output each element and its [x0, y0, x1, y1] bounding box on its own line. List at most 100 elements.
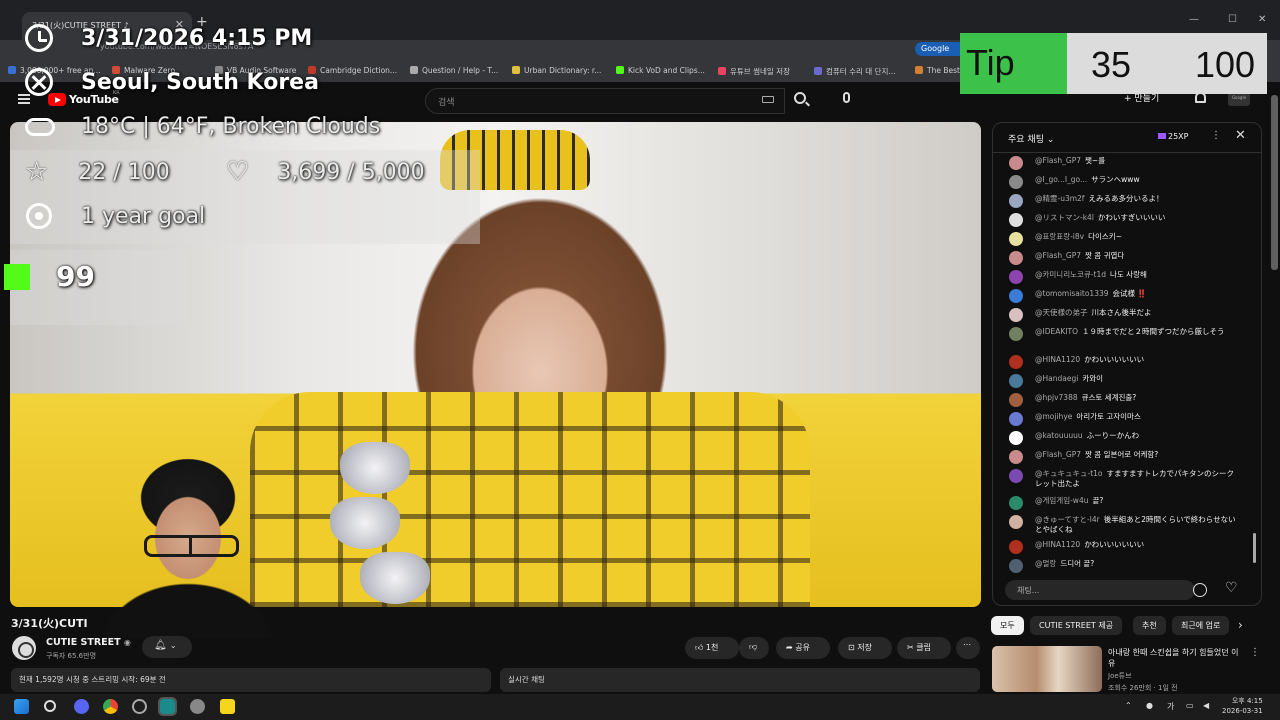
chat-avatar[interactable] — [1009, 559, 1023, 573]
chat-input[interactable]: 채팅... — [1005, 580, 1195, 600]
app-icon[interactable] — [190, 699, 205, 714]
chat-author[interactable]: @Handaegi — [1035, 374, 1078, 383]
live-chat-toggle[interactable]: 실시간 채팅 — [500, 668, 980, 692]
chat-author[interactable]: @Flash_GP7 — [1035, 156, 1081, 165]
chat-avatar[interactable] — [1009, 213, 1023, 227]
page-scrollbar[interactable] — [1271, 95, 1278, 270]
like-button[interactable]: 👍︎ 1천 — [685, 637, 739, 659]
search-icon[interactable] — [794, 92, 806, 104]
chip-recommended[interactable]: 추천 — [1133, 616, 1166, 635]
mic-tray-icon[interactable]: ● — [1146, 701, 1153, 710]
ime-indicator[interactable]: 가 — [1167, 701, 1174, 712]
chat-author[interactable]: @hpjv7388 — [1035, 393, 1078, 402]
chip-channel[interactable]: CUTIE STREET 제공 — [1030, 616, 1123, 635]
save-button[interactable]: ⊡ 저장 — [838, 637, 892, 659]
network-icon[interactable]: ▭ — [1186, 701, 1194, 710]
chrome-icon[interactable] — [103, 699, 118, 714]
chat-avatar[interactable] — [1009, 393, 1023, 407]
chat-author[interactable]: @Flash_GP7 — [1035, 251, 1081, 260]
app-icon[interactable] — [132, 699, 147, 714]
discord-icon[interactable] — [74, 699, 89, 714]
dislike-button[interactable]: 👎︎ — [739, 637, 769, 659]
chat-author[interactable]: @멀랑 — [1035, 559, 1056, 568]
chat-avatar[interactable] — [1009, 175, 1023, 189]
subscribe-bell-button[interactable]: 🔔︎ ⌄ — [142, 636, 192, 658]
chat-scrollbar[interactable] — [1253, 533, 1256, 563]
microphone-icon[interactable] — [843, 92, 850, 103]
channel-name[interactable]: CUTIE STREET ◉ — [46, 637, 131, 648]
bookmark[interactable]: 컴퓨터 수리 대 단지... — [814, 66, 896, 77]
share-button[interactable]: ➦ 공유 — [776, 637, 830, 659]
chat-author[interactable]: @게임게임-w4u — [1035, 496, 1088, 505]
chat-author[interactable]: @표랑표랑-i8v — [1035, 232, 1084, 241]
chat-avatar[interactable] — [1009, 515, 1023, 529]
chat-avatar[interactable] — [1009, 496, 1023, 510]
bookmark[interactable]: Kick VoD and Clips... — [616, 66, 705, 75]
more-actions-button[interactable]: ⋯ — [956, 637, 980, 659]
chat-author[interactable]: @キュキュキュ-t1o — [1035, 469, 1103, 478]
chat-avatar[interactable] — [1009, 540, 1023, 554]
volume-icon[interactable]: ◀ — [1203, 701, 1209, 710]
chat-author[interactable]: @精霊-u3m2f — [1035, 194, 1084, 203]
bookmark[interactable]: Cambridge Diction... — [308, 66, 397, 75]
chat-avatar[interactable] — [1009, 469, 1023, 483]
chat-avatar[interactable] — [1009, 450, 1023, 464]
chat-author[interactable]: @天使様の弟子 — [1035, 308, 1088, 317]
chat-author[interactable]: @リストマン-k4l — [1035, 213, 1094, 222]
chat-author[interactable]: @katouuuuu — [1035, 431, 1083, 440]
chat-avatar[interactable] — [1009, 156, 1023, 170]
maximize-icon[interactable]: ☐ — [1228, 14, 1237, 25]
chat-author[interactable]: @IDEAKITO — [1035, 327, 1078, 336]
active-app-icon[interactable] — [158, 697, 177, 716]
chat-avatar[interactable] — [1009, 431, 1023, 445]
chat-more-icon[interactable]: ⋮ — [1211, 130, 1221, 141]
window-close-icon[interactable]: ✕ — [1258, 14, 1266, 25]
keyboard-icon[interactable] — [762, 96, 774, 103]
search-input[interactable]: 검색 — [425, 88, 785, 114]
chat-author[interactable]: @きゅーてすと-l4r — [1035, 515, 1100, 524]
recommended-video-thumbnail[interactable] — [992, 646, 1102, 692]
chat-avatar[interactable] — [1009, 374, 1023, 388]
channel-avatar[interactable] — [12, 636, 36, 660]
chat-avatar[interactable] — [1009, 232, 1023, 246]
chat-avatar[interactable] — [1009, 194, 1023, 208]
recommended-video-channel[interactable]: Joe튜브 — [1108, 671, 1132, 681]
chat-avatar[interactable] — [1009, 327, 1023, 341]
chat-author[interactable]: @tomomisaito1339 — [1035, 289, 1109, 298]
tray-chevron-icon[interactable]: ⌃ — [1125, 701, 1132, 710]
chat-avatar[interactable] — [1009, 270, 1023, 284]
google-button[interactable]: Google — [915, 42, 965, 56]
bookmark[interactable]: 유튜브 썸네일 저장 — [718, 66, 790, 77]
search-icon[interactable] — [44, 700, 56, 712]
clip-button[interactable]: ✂ 클립 — [897, 637, 951, 659]
chat-author[interactable]: @HINA1120 — [1035, 355, 1080, 364]
minimize-icon[interactable]: — — [1189, 14, 1199, 25]
chat-avatar[interactable] — [1009, 355, 1023, 369]
taskbar-clock[interactable]: 오후 4:15 2026-03-31 — [1222, 696, 1263, 716]
bookmark[interactable]: Question / Help - T... — [410, 66, 498, 75]
chat-avatar[interactable] — [1009, 251, 1023, 265]
chip-all[interactable]: 모두 — [991, 616, 1024, 635]
chat-author[interactable]: @mojihye — [1035, 412, 1072, 421]
chat-mode-dropdown[interactable]: 주요 채팅 ⌄ — [1008, 132, 1054, 145]
kakaotalk-icon[interactable] — [220, 699, 235, 714]
chat-author[interactable]: @Flash_GP7 — [1035, 450, 1081, 459]
chat-avatar[interactable] — [1009, 412, 1023, 426]
emoji-icon[interactable] — [1193, 583, 1207, 597]
bookmark[interactable]: The Best — [915, 66, 960, 75]
chevron-right-icon[interactable]: › — [1238, 618, 1243, 632]
chat-author[interactable]: @카미니리노코큐-t1d — [1035, 270, 1106, 279]
description-box[interactable]: 현재 1,592명 시청 중 스트리밍 시작: 69분 전 — [11, 668, 491, 692]
bookmark[interactable]: Urban Dictionary: r... — [512, 66, 601, 75]
heart-icon[interactable]: ♡ — [1225, 580, 1238, 596]
windows-start-icon[interactable] — [14, 699, 29, 714]
recommended-video-title[interactable]: 아내랑 한때 스킨쉽을 하기 힘들었던 이유 — [1108, 647, 1243, 669]
chip-recent[interactable]: 최근에 업로 — [1172, 616, 1230, 635]
chat-avatar[interactable] — [1009, 289, 1023, 303]
chat-author[interactable]: @HINA1120 — [1035, 540, 1080, 549]
more-icon[interactable]: ⋮ — [1250, 647, 1260, 658]
xp-badge[interactable]: 25XP — [1158, 132, 1188, 141]
chat-author[interactable]: @I_go...I_go... — [1035, 175, 1087, 184]
chat-avatar[interactable] — [1009, 308, 1023, 322]
chat-close-icon[interactable]: ✕ — [1235, 128, 1246, 143]
